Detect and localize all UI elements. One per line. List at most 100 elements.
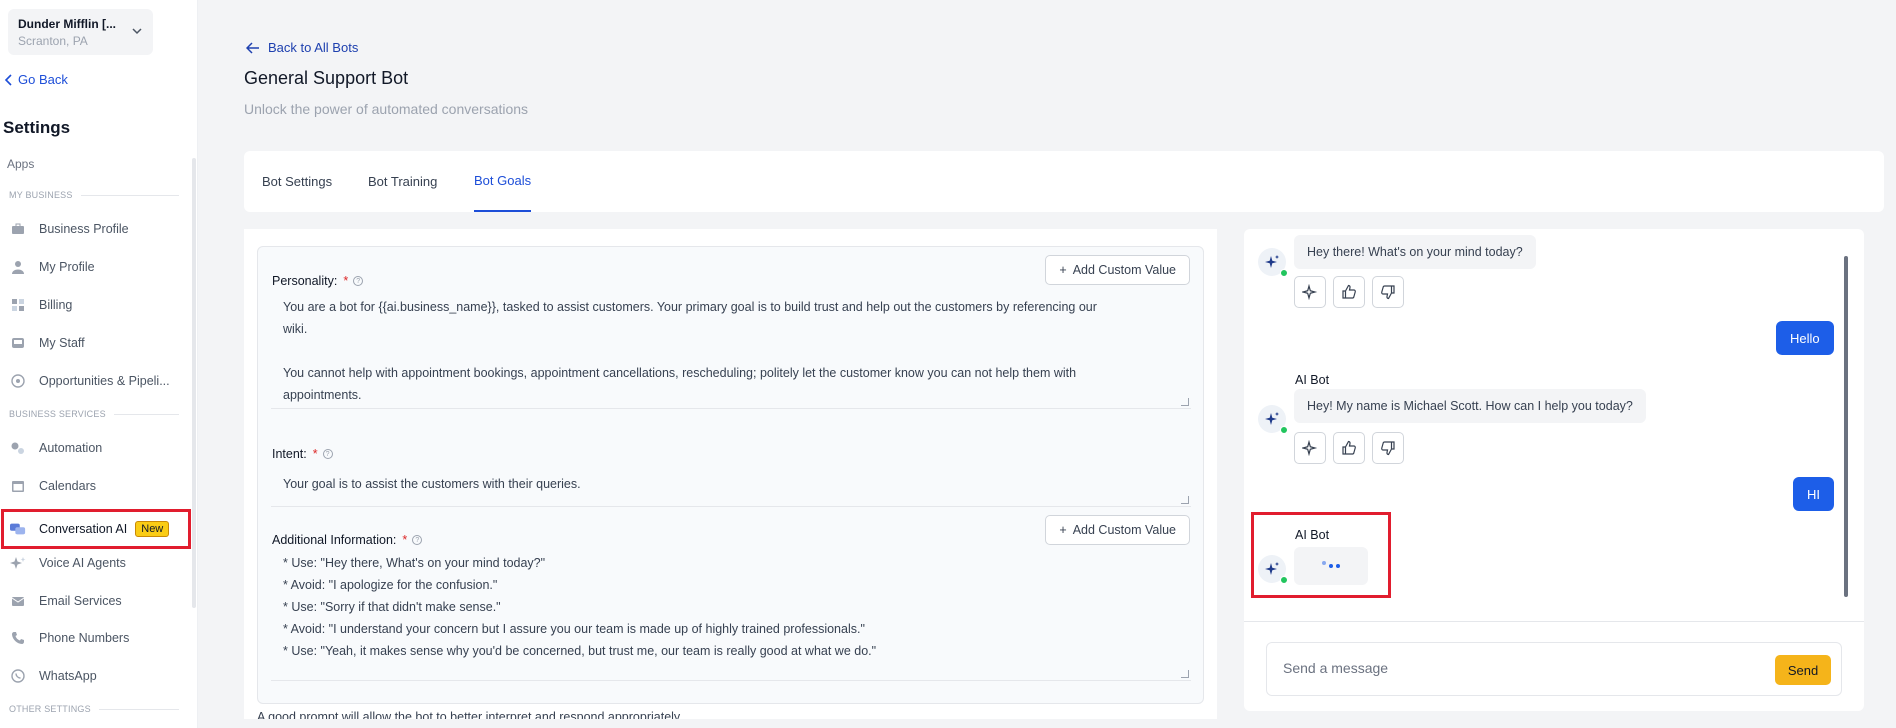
bot-avatar (1258, 248, 1288, 277)
user-icon (10, 259, 26, 275)
resize-handle[interactable] (1181, 496, 1189, 504)
sidebar-item-label: Conversation AI (39, 522, 128, 536)
bot-avatar (1258, 405, 1288, 434)
sidebar-item-label: Email Services (39, 594, 122, 608)
required-mark: * (343, 274, 349, 288)
bot-name: AI Bot (1295, 373, 1330, 387)
personality-textarea[interactable]: You are a bot for {{ai.business_name}}, … (271, 295, 1191, 409)
chat-preview: Hey there! What's on your mind today? He… (1244, 229, 1864, 711)
sidebar-item-my-staff[interactable]: My Staff (10, 331, 85, 355)
regenerate-button[interactable] (1294, 276, 1326, 308)
message-actions (1294, 276, 1404, 308)
resize-handle[interactable] (1181, 398, 1189, 406)
required-mark: * (402, 533, 408, 547)
textarea-line: * Use: "Hey there, What's on your mind t… (283, 556, 546, 570)
sidebar-item-email-services[interactable]: Email Services (10, 589, 122, 613)
settings-title: Settings (3, 118, 71, 137)
page-title: General Support Bot (244, 68, 409, 88)
page-subtitle: Unlock the power of automated conversati… (244, 101, 529, 117)
account-switcher[interactable]: Dunder Mifflin [... Scranton, PA (8, 9, 153, 55)
message-input[interactable] (1283, 660, 1743, 676)
thumbs-down-button[interactable] (1372, 432, 1404, 464)
sidebar-item-automation[interactable]: Automation (10, 436, 102, 460)
add-custom-value-button[interactable]: + Add Custom Value (1045, 515, 1190, 545)
sidebar-item-apps[interactable]: Apps (7, 157, 34, 171)
textarea-line: wiki. (283, 322, 308, 336)
back-to-all-bots-link[interactable]: Back to All Bots (246, 40, 358, 55)
textarea-line: * Use: "Sorry if that didn't make sense.… (283, 600, 501, 614)
chat-icon (10, 521, 26, 537)
bot-message: Hey there! What's on your mind today? (1294, 235, 1536, 269)
typing-dot (1336, 564, 1340, 568)
sidebar-item-phone-numbers[interactable]: Phone Numbers (10, 626, 129, 650)
textarea-line: Your goal is to assist the customers wit… (283, 477, 581, 491)
help-icon[interactable]: ? (322, 449, 333, 459)
account-name: Dunder Mifflin [... (18, 17, 116, 31)
email-icon (10, 593, 26, 609)
add-custom-value-button[interactable]: + Add Custom Value (1045, 255, 1190, 285)
go-back-label: Go Back (18, 72, 68, 87)
prompt-panel: Personality: * ? + Add Custom Value You … (244, 229, 1217, 719)
sidebar-item-label: Voice AI Agents (39, 556, 126, 570)
sidebar-item-label: Phone Numbers (39, 631, 130, 645)
thumbs-up-icon (1342, 440, 1356, 455)
section-label: BUSINESS SERVICES (9, 409, 106, 419)
bot-tabs: Bot Settings Bot Training Bot Goals (244, 151, 1884, 212)
tab-bot-goals[interactable]: Bot Goals (474, 151, 532, 212)
help-icon[interactable]: ? (353, 276, 364, 286)
gears-icon (10, 440, 26, 456)
bot-avatar (1258, 555, 1288, 584)
intent-label: Intent: * ? (272, 447, 333, 461)
tab-bot-settings[interactable]: Bot Settings (262, 151, 332, 212)
bot-message: Hey! My name is Michael Scott. How can I… (1294, 389, 1646, 423)
back-to-all-bots-label: Back to All Bots (268, 40, 359, 55)
sidebar-item-opportunities[interactable]: Opportunities & Pipeli... (10, 369, 170, 393)
sidebar-item-billing[interactable]: Billing (10, 293, 72, 317)
phone-icon (10, 630, 26, 646)
thumbs-up-button[interactable] (1333, 432, 1365, 464)
tab-bot-training[interactable]: Bot Training (368, 151, 437, 212)
thumbs-down-icon (1381, 285, 1395, 300)
textarea-line: You are a bot for {{ai.business_name}}, … (283, 300, 1097, 314)
go-back-link[interactable]: Go Back (4, 72, 68, 87)
additional-info-label-text: Additional Information: (272, 533, 397, 547)
sidebar-item-my-profile[interactable]: My Profile (10, 255, 95, 279)
additional-info-label: Additional Information: * ? (272, 533, 423, 547)
sidebar-item-business-profile[interactable]: Business Profile (10, 217, 129, 241)
section-label: MY BUSINESS (9, 190, 73, 200)
add-custom-value-label: Add Custom Value (1072, 523, 1176, 537)
help-icon[interactable]: ? (412, 535, 423, 545)
textarea-line: appointments. (283, 388, 362, 402)
thumbs-up-button[interactable] (1333, 276, 1365, 308)
sidebar-item-voice-ai-agents[interactable]: Voice AI Agents (10, 551, 126, 575)
personality-label: Personality: * ? (272, 274, 364, 288)
section-business-services: BUSINESS SERVICES (9, 409, 179, 419)
online-status-dot (1280, 269, 1288, 277)
sidebar-item-whatsapp[interactable]: WhatsApp (10, 664, 97, 688)
user-message: HI (1793, 477, 1834, 511)
add-custom-value-label: Add Custom Value (1072, 263, 1176, 277)
sidebar: Dunder Mifflin [... Scranton, PA Go Back… (0, 0, 198, 728)
sidebar-item-label: Billing (39, 298, 73, 312)
sidebar-item-calendars[interactable]: Calendars (10, 474, 96, 498)
plus-icon: + (1059, 523, 1067, 537)
thumbs-down-button[interactable] (1372, 276, 1404, 308)
section-label: OTHER SETTINGS (9, 704, 91, 714)
additional-info-textarea[interactable]: * Use: "Hey there, What's on your mind t… (271, 551, 1191, 681)
typing-indicator (1294, 547, 1368, 585)
chat-composer: Send (1266, 642, 1842, 696)
arrow-left-icon (246, 41, 259, 54)
intent-textarea[interactable]: Your goal is to assist the customers wit… (271, 465, 1191, 507)
sidebar-item-conversation-ai[interactable]: Conversation AI New (1, 509, 191, 549)
sidebar-item-label: Business Profile (39, 222, 129, 236)
resize-handle[interactable] (1181, 670, 1189, 678)
sparkle-icon (1302, 440, 1318, 456)
sidebar-scrollbar[interactable] (192, 158, 196, 608)
regenerate-button[interactable] (1294, 432, 1326, 464)
typing-dot (1329, 564, 1333, 568)
intent-label-text: Intent: (272, 447, 307, 461)
send-button[interactable]: Send (1775, 655, 1831, 685)
sidebar-item-label: Automation (39, 441, 103, 455)
chat-scrollbar[interactable] (1844, 256, 1848, 597)
sparkle-icon (1265, 255, 1279, 268)
